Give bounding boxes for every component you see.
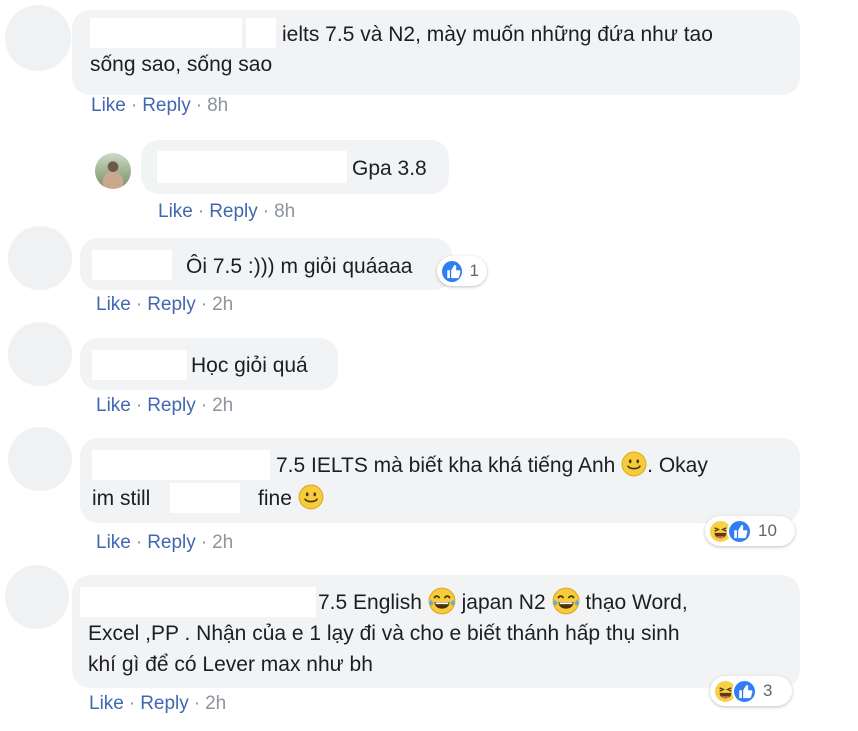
- timestamp[interactable]: 2h: [212, 395, 233, 416]
- reply-link[interactable]: Reply: [147, 532, 196, 553]
- timestamp[interactable]: 2h: [212, 532, 233, 553]
- timestamp[interactable]: 8h: [274, 201, 295, 222]
- like-link[interactable]: Like: [91, 95, 126, 116]
- avatar[interactable]: [8, 226, 72, 290]
- avatar[interactable]: [8, 427, 72, 491]
- reaction-summary[interactable]: 10: [705, 516, 795, 546]
- redacted-name: [92, 450, 270, 480]
- reaction-count: 3: [763, 681, 773, 700]
- redacted-name: [246, 18, 276, 48]
- comment-actions: Like · Reply · 8h: [158, 201, 296, 222]
- comment-actions: Like · Reply · 8h: [91, 95, 229, 116]
- comment-text-segment: thạo Word,: [585, 591, 688, 614]
- comment-text-segment: japan N2: [461, 591, 546, 614]
- redacted-name: [80, 587, 316, 617]
- redacted-name: [92, 350, 187, 380]
- timestamp[interactable]: 2h: [212, 294, 233, 315]
- redacted-name: [157, 151, 347, 183]
- reply-link[interactable]: Reply: [147, 294, 196, 315]
- comment-text-segment: im still: [92, 487, 151, 510]
- like-link[interactable]: Like: [96, 532, 131, 553]
- comment-text: ielts 7.5 và N2, mày muốn những đứa như …: [282, 23, 713, 46]
- smile-emoji: [298, 484, 324, 510]
- redacted-word: [170, 483, 240, 513]
- comment-text: 7.5 IELTS mà biết kha khá tiếng Anh . Ok…: [276, 450, 708, 481]
- laughing-tears-emoji: [428, 587, 456, 615]
- comment-text-segment: fine: [258, 487, 292, 510]
- reply-link[interactable]: Reply: [147, 395, 196, 416]
- like-icon: [727, 518, 752, 544]
- like-icon: [440, 258, 464, 284]
- timestamp[interactable]: 2h: [205, 693, 226, 714]
- comment-text: sống sao, sống sao: [90, 53, 273, 76]
- comment-text: Học giỏi quá: [191, 354, 308, 377]
- reply-link[interactable]: Reply: [209, 201, 258, 222]
- redacted-name: [92, 250, 172, 280]
- avatar[interactable]: [8, 322, 72, 386]
- avatar[interactable]: [5, 5, 71, 71]
- like-link[interactable]: Like: [96, 294, 131, 315]
- comment-text: khí gì để có Lever max như bh: [88, 653, 373, 676]
- comment-actions: Like · Reply · 2h: [96, 395, 234, 416]
- smile-emoji: [621, 451, 647, 477]
- comment-actions: Like · Reply · 2h: [96, 532, 234, 553]
- comment-text-segment: 7.5 IELTS mà biết kha khá tiếng Anh: [276, 454, 616, 477]
- reaction-count: 10: [758, 521, 777, 540]
- comment-text: Gpa 3.8: [352, 157, 427, 180]
- reaction-summary[interactable]: 3: [710, 676, 792, 706]
- avatar[interactable]: [95, 153, 131, 189]
- comment-text: Ôi 7.5 :))) m giỏi quáaaa: [186, 255, 413, 278]
- like-link[interactable]: Like: [96, 395, 131, 416]
- reaction-count: 1: [469, 261, 479, 280]
- comment-text: 7.5 English japan N2 thạo Word,: [318, 587, 688, 618]
- reply-link[interactable]: Reply: [142, 95, 191, 116]
- comment-actions: Like · Reply · 2h: [89, 693, 227, 714]
- comment-text-segment: . Okay: [647, 454, 708, 477]
- reaction-summary[interactable]: 1: [437, 256, 487, 286]
- comment-actions: Like · Reply · 2h: [96, 294, 234, 315]
- comment-text: Excel ,PP . Nhận của e 1 lạy đi và cho e…: [88, 622, 680, 645]
- comment-text-segment: 7.5 English: [318, 591, 422, 614]
- timestamp[interactable]: 8h: [207, 95, 228, 116]
- avatar[interactable]: [5, 565, 69, 629]
- reply-link[interactable]: Reply: [140, 693, 189, 714]
- like-link[interactable]: Like: [89, 693, 124, 714]
- like-icon: [732, 678, 757, 704]
- laughing-tears-emoji: [552, 587, 580, 615]
- redacted-name: [90, 18, 242, 48]
- like-link[interactable]: Like: [158, 201, 193, 222]
